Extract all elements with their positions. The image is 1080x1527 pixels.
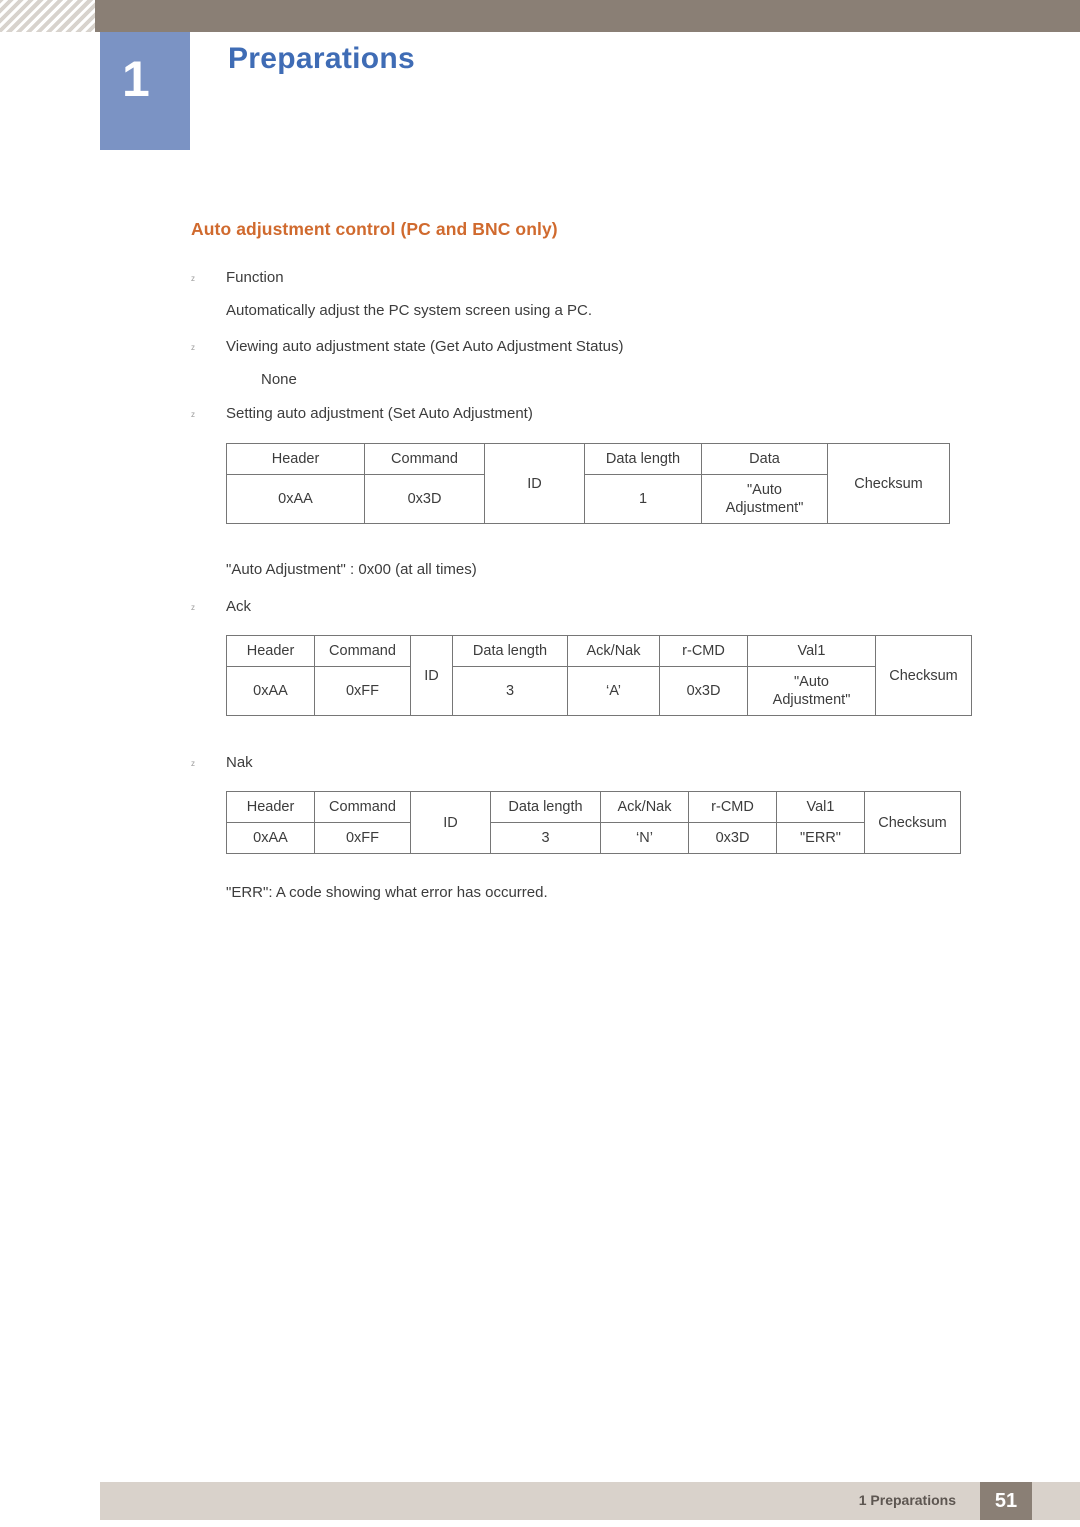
footer-page-number: 51 [980, 1482, 1032, 1520]
chapter-number-badge: 1 [100, 32, 190, 150]
cell-value-data-line2: Adjustment" [725, 500, 804, 517]
cell-header-r-cmd: r-CMD [688, 790, 777, 824]
table-row-values: 0xAA 0xFF 3 ‘N’ 0x3D "ERR" [226, 822, 961, 855]
cell-value-val1: "Auto Adjustment" [747, 666, 876, 717]
cell-checksum: Checksum [875, 634, 972, 717]
table-ack: Header Command ID Data length Ack/Nak r-… [226, 634, 972, 717]
bullet-nak-label: Nak [226, 754, 253, 771]
table-row-values: 0xAA 0xFF 3 ‘A’ 0x3D "Auto Adjustment" [226, 666, 972, 717]
cell-value-ack-nak: ‘A’ [567, 666, 660, 717]
bullet-marker-icon: z [191, 410, 195, 419]
cell-value-ack-nak: ‘N’ [600, 822, 689, 855]
cell-header-header: Header [226, 790, 315, 824]
cell-value-r-cmd: 0x3D [688, 822, 777, 855]
cell-header-command: Command [364, 442, 485, 476]
bullet-marker-icon: z [191, 603, 195, 612]
cell-header-data-length: Data length [490, 790, 601, 824]
header-hatch-decoration [0, 0, 95, 32]
cell-header-ack-nak: Ack/Nak [600, 790, 689, 824]
cell-header-data-length: Data length [584, 442, 702, 476]
cell-header-val1: Val1 [776, 790, 865, 824]
cell-value-header: 0xAA [226, 666, 315, 717]
cell-id: ID [484, 442, 585, 525]
page: 1 Preparations Auto adjustment control (… [0, 0, 1080, 1527]
function-description: Automatically adjust the PC system scree… [226, 302, 592, 319]
cell-value-r-cmd: 0x3D [659, 666, 748, 717]
err-note: "ERR": A code showing what error has occ… [226, 884, 548, 901]
cell-value-header: 0xAA [226, 822, 315, 855]
cell-value-data-length: 3 [452, 666, 568, 717]
cell-header-data-length: Data length [452, 634, 568, 668]
table-row-headers: Header Command ID Data length Ack/Nak r-… [226, 790, 961, 855]
bullet-marker-icon: z [191, 759, 195, 768]
cell-value-command: 0xFF [314, 822, 411, 855]
cell-header-command: Command [314, 634, 411, 668]
footer-label: 1 Preparations [858, 1492, 956, 1508]
section-title: Auto adjustment control (PC and BNC only… [191, 219, 558, 239]
cell-header-val1: Val1 [747, 634, 876, 668]
cell-checksum: Checksum [864, 790, 961, 855]
cell-value-data-length: 1 [584, 474, 702, 525]
bullet-marker-icon: z [191, 274, 195, 283]
cell-value-val1-line1: "Auto [794, 674, 829, 691]
cell-value-header: 0xAA [226, 474, 365, 525]
cell-value-val1: "ERR" [776, 822, 865, 855]
table-row-headers: Header Command ID Data length Data Check… [226, 442, 950, 525]
bullet-function-label: Function [226, 269, 284, 286]
bullet-setting-label: Setting auto adjustment (Set Auto Adjust… [226, 405, 533, 422]
table-row-headers: Header Command ID Data length Ack/Nak r-… [226, 634, 972, 717]
cell-value-data-line1: "Auto [747, 482, 782, 499]
cell-id: ID [410, 790, 491, 855]
viewing-state-value: None [261, 371, 297, 388]
cell-header-ack-nak: Ack/Nak [567, 634, 660, 668]
cell-header-data: Data [701, 442, 828, 476]
cell-header-command: Command [314, 790, 411, 824]
table-nak: Header Command ID Data length Ack/Nak r-… [226, 790, 961, 855]
chapter-title: Preparations [228, 42, 415, 75]
cell-value-command: 0x3D [364, 474, 485, 525]
bullet-viewing-state-label: Viewing auto adjustment state (Get Auto … [226, 338, 624, 355]
cell-checksum: Checksum [827, 442, 950, 525]
bullet-marker-icon: z [191, 343, 195, 352]
auto-adjustment-note: "Auto Adjustment" : 0x00 (at all times) [226, 561, 477, 578]
cell-header-header: Header [226, 442, 365, 476]
cell-value-data-length: 3 [490, 822, 601, 855]
cell-value-data: "Auto Adjustment" [701, 474, 828, 525]
header-band [0, 0, 1080, 32]
cell-header-header: Header [226, 634, 315, 668]
cell-header-r-cmd: r-CMD [659, 634, 748, 668]
cell-value-command: 0xFF [314, 666, 411, 717]
cell-value-val1-line2: Adjustment" [772, 692, 851, 709]
cell-id: ID [410, 634, 453, 717]
bullet-ack-label: Ack [226, 598, 252, 615]
table-set-auto-adjustment: Header Command ID Data length Data Check… [226, 442, 950, 525]
